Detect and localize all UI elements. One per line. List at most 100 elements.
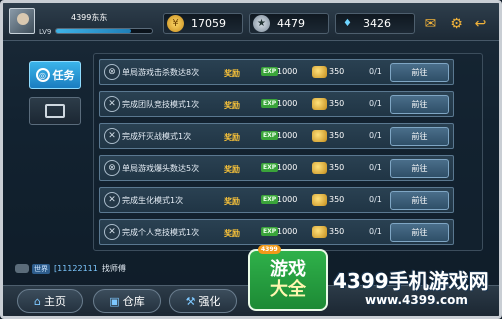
wrench-icon: ⚒ <box>185 294 196 308</box>
box-icon: ▣ <box>109 294 120 308</box>
watermark-line1: 游戏 <box>270 259 306 280</box>
exp-value: 1000 <box>277 67 298 76</box>
reward-label: 奖励 <box>224 133 240 142</box>
player-name: 4399东东 <box>71 13 108 22</box>
avatar[interactable] <box>9 8 35 34</box>
diamond-icon: ♦ <box>343 18 352 29</box>
exp-value: 1000 <box>277 195 298 204</box>
diamond-counter[interactable]: ♦ 3426 <box>335 13 415 34</box>
gold-value: 350 <box>329 67 345 76</box>
gold-value: 350 <box>329 99 345 108</box>
chat-user: [11122111 <box>54 264 98 273</box>
exp-badge: EXP <box>261 99 279 108</box>
gold-stack-icon <box>312 66 327 78</box>
go-button[interactable]: 前往 <box>390 127 449 146</box>
task-row: ⊗ 单局游戏击杀数达8次 奖励 EXP 1000 350 0/1 前往 <box>99 59 454 85</box>
chat-message: 找师傅 <box>101 264 126 273</box>
gold-stack-icon <box>312 98 327 110</box>
watermark-badge: 4399 <box>258 245 281 254</box>
reward-label: 奖励 <box>224 165 240 174</box>
go-button[interactable]: 前往 <box>390 191 449 210</box>
tab-tasks-label: 任务 <box>52 69 75 82</box>
task-title: 完成歼灭战模式1次 <box>122 132 192 141</box>
task-tab-icon: ◎ <box>35 68 50 82</box>
exp-value: 1000 <box>277 227 298 236</box>
crosshair-icon: ✕ <box>104 224 120 240</box>
watermark-logo: 4399 游戏 大全 <box>248 245 328 311</box>
task-title: 完成个人竞技模式1次 <box>122 228 200 237</box>
exp-value: 1000 <box>277 131 298 140</box>
task-progress: 0/1 <box>369 195 382 204</box>
exp-badge: EXP <box>261 163 279 172</box>
exp-badge: EXP <box>261 195 279 204</box>
watermark-site-name: 4399手机游戏网 <box>333 269 489 293</box>
crosshair-icon: ✕ <box>104 128 120 144</box>
player-level: LV9 <box>39 28 52 36</box>
gold-value: 17059 <box>191 17 226 30</box>
gold-value: 350 <box>329 227 345 236</box>
go-button[interactable]: 前往 <box>390 159 449 178</box>
exp-badge: EXP <box>261 131 279 140</box>
task-title: 完成生化模式1次 <box>122 196 184 205</box>
exp-badge: EXP <box>261 67 279 76</box>
task-row: ⊗ 单局游戏爆头数达5次 奖励 EXP 1000 350 0/1 前往 <box>99 155 454 181</box>
gold-value: 350 <box>329 195 345 204</box>
go-button[interactable]: 前往 <box>390 95 449 114</box>
task-title: 单局游戏击杀数达8次 <box>122 68 200 77</box>
nav-upgrade-label: 强化 <box>198 295 221 308</box>
go-button[interactable]: 前往 <box>390 223 449 242</box>
task-title: 单局游戏爆头数达5次 <box>122 164 200 173</box>
gold-value: 350 <box>329 131 345 140</box>
reward-label: 奖励 <box>224 101 240 110</box>
xp-bar <box>55 28 153 34</box>
diamond-value: 3426 <box>363 17 391 30</box>
nav-warehouse-label: 仓库 <box>122 295 145 308</box>
task-progress: 0/1 <box>369 131 382 140</box>
task-row: ✕ 完成团队竞技模式1次 奖励 EXP 1000 350 0/1 前往 <box>99 91 454 117</box>
crosshair-icon: ✕ <box>104 96 120 112</box>
game-screen: LV9 4399东东 ¥ 17059 ★ 4479 ♦ 3426 ✉ ⚙ ↩ ◎… <box>0 0 502 319</box>
gold-stack-icon <box>312 130 327 142</box>
gold-counter[interactable]: ¥ 17059 <box>163 13 243 34</box>
tab-second[interactable] <box>29 97 81 125</box>
reward-label: 奖励 <box>224 229 240 238</box>
exp-badge: EXP <box>261 227 279 236</box>
task-progress: 0/1 <box>369 227 382 236</box>
exp-value: 1000 <box>277 163 298 172</box>
task-progress: 0/1 <box>369 67 382 76</box>
exp-value: 1000 <box>277 99 298 108</box>
gear-icon[interactable]: ⚙ <box>447 14 466 33</box>
gold-value: 350 <box>329 163 345 172</box>
gold-stack-icon <box>312 226 327 238</box>
home-icon: ⌂ <box>34 294 41 308</box>
honor-counter[interactable]: ★ 4479 <box>249 13 329 34</box>
task-row: ✕ 完成歼灭战模式1次 奖励 EXP 1000 350 0/1 前往 <box>99 123 454 149</box>
mail-icon[interactable]: ✉ <box>421 14 440 33</box>
gold-stack-icon <box>312 194 327 206</box>
task-title: 完成团队竞技模式1次 <box>122 100 200 109</box>
crosshair-icon: ⊗ <box>104 64 120 80</box>
task-progress: 0/1 <box>369 99 382 108</box>
chat-bubble-icon <box>15 264 29 273</box>
go-button[interactable]: 前往 <box>390 63 449 82</box>
nav-home-button[interactable]: ⌂ 主页 <box>17 289 83 313</box>
nav-home-label: 主页 <box>43 295 66 308</box>
watermark-line2: 大全 <box>270 279 306 300</box>
gold-stack-icon <box>312 162 327 174</box>
honor-value: 4479 <box>277 17 305 30</box>
tab-tasks[interactable]: ◎ 任务 <box>29 61 81 89</box>
reward-label: 奖励 <box>224 197 240 206</box>
xp-bar-fill <box>56 29 131 33</box>
printer-icon <box>45 104 65 118</box>
nav-warehouse-button[interactable]: ▣ 仓库 <box>93 289 161 313</box>
task-row: ✕ 完成生化模式1次 奖励 EXP 1000 350 0/1 前往 <box>99 187 454 213</box>
back-icon[interactable]: ↩ <box>471 14 490 33</box>
nav-upgrade-button[interactable]: ⚒ 强化 <box>169 289 237 313</box>
watermark-url: www.4399.com <box>365 293 468 307</box>
task-progress: 0/1 <box>369 163 382 172</box>
crosshair-icon: ⊗ <box>104 160 120 176</box>
chat-channel: 世界 <box>32 263 50 274</box>
gold-coin-icon: ¥ <box>167 15 184 32</box>
task-row: ✕ 完成个人竞技模式1次 奖励 EXP 1000 350 0/1 前往 <box>99 219 454 245</box>
chat-line[interactable]: 世界 [11122111 找师傅 <box>15 263 126 274</box>
